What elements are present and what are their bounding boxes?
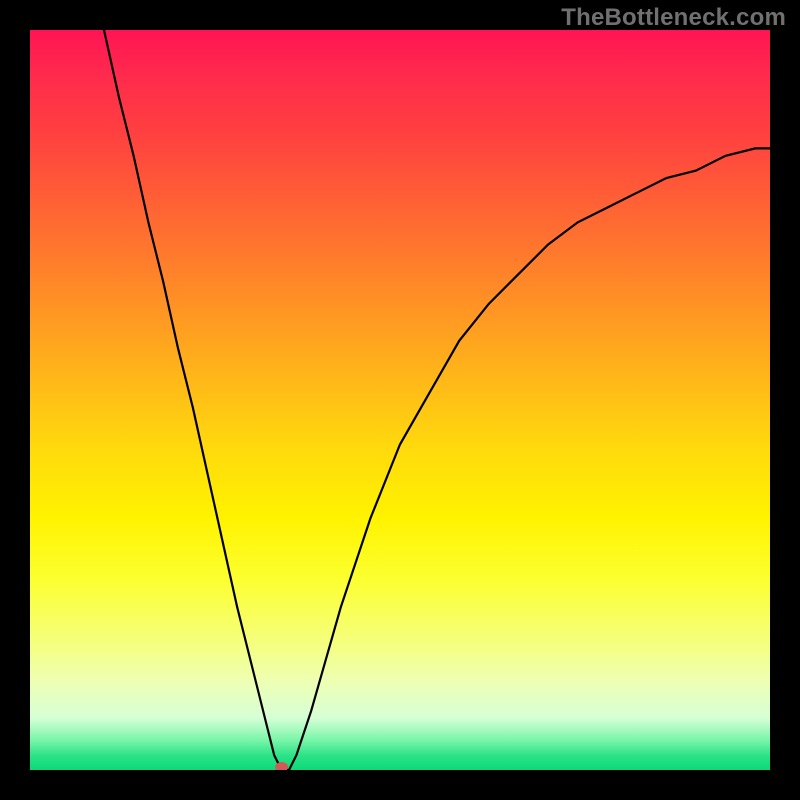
chart-frame: TheBottleneck.com <box>0 0 800 800</box>
bottleneck-curve <box>104 30 770 770</box>
plot-area <box>30 30 770 770</box>
watermark-text: TheBottleneck.com <box>561 4 786 32</box>
curve-svg <box>30 30 770 770</box>
